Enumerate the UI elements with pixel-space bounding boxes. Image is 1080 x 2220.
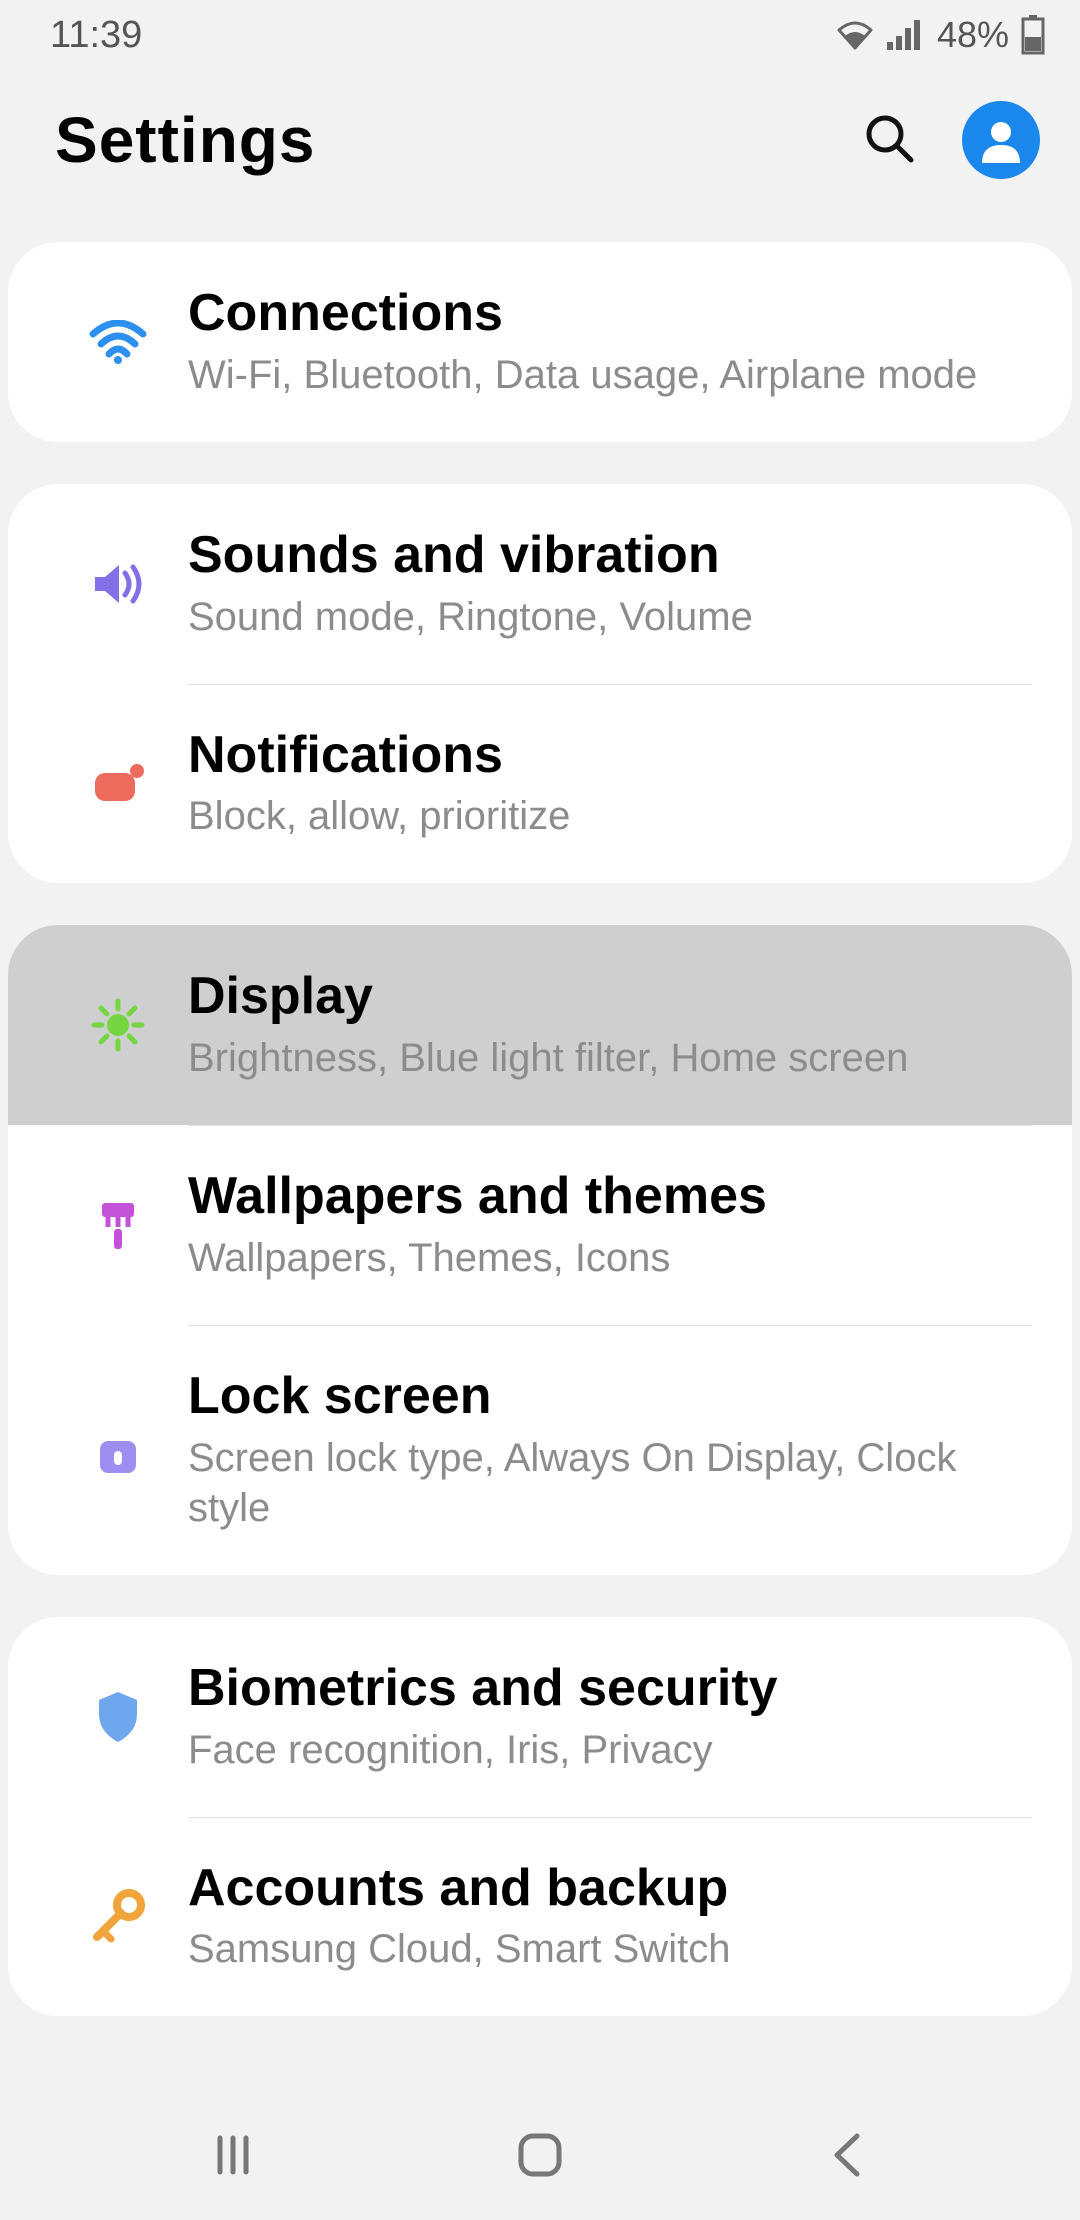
item-title: Connections bbox=[188, 284, 1032, 344]
item-subtitle: Screen lock type, Always On Display, Clo… bbox=[188, 1433, 1032, 1533]
recents-icon bbox=[208, 2130, 258, 2180]
back-button[interactable] bbox=[807, 2115, 887, 2195]
settings-item-wallpapers[interactable]: Wallpapers and themes Wallpapers, Themes… bbox=[8, 1125, 1072, 1325]
wifi-status-icon bbox=[835, 18, 875, 52]
signal-status-icon bbox=[887, 18, 925, 52]
item-subtitle: Sound mode, Ringtone, Volume bbox=[188, 592, 1032, 642]
search-button[interactable] bbox=[861, 110, 917, 171]
settings-group: Connections Wi-Fi, Bluetooth, Data usage… bbox=[8, 242, 1072, 442]
settings-group: Sounds and vibration Sound mode, Rington… bbox=[8, 484, 1072, 884]
person-icon bbox=[976, 115, 1026, 165]
settings-group: Biometrics and security Face recognition… bbox=[8, 1617, 1072, 2017]
profile-button[interactable] bbox=[962, 101, 1040, 179]
back-icon bbox=[827, 2130, 867, 2180]
settings-group: Display Brightness, Blue light filter, H… bbox=[8, 925, 1072, 1574]
item-subtitle: Brightness, Blue light filter, Home scre… bbox=[188, 1033, 1032, 1083]
item-title: Wallpapers and themes bbox=[188, 1167, 1032, 1227]
settings-item-accounts[interactable]: Accounts and backup Samsung Cloud, Smart… bbox=[8, 1817, 1072, 2017]
notification-icon bbox=[48, 763, 188, 803]
settings-item-notifications[interactable]: Notifications Block, allow, prioritize bbox=[8, 684, 1072, 884]
item-subtitle: Samsung Cloud, Smart Switch bbox=[188, 1924, 1032, 1974]
battery-text: 48% bbox=[937, 14, 1009, 56]
status-bar: 11:39 48% bbox=[0, 0, 1080, 70]
shield-icon bbox=[48, 1690, 188, 1744]
page-title: Settings bbox=[55, 103, 315, 177]
settings-item-biometrics[interactable]: Biometrics and security Face recognition… bbox=[8, 1617, 1072, 1817]
item-title: Lock screen bbox=[188, 1367, 1032, 1427]
item-subtitle: Wallpapers, Themes, Icons bbox=[188, 1233, 1032, 1283]
app-header: Settings bbox=[0, 70, 1080, 210]
settings-item-sounds[interactable]: Sounds and vibration Sound mode, Rington… bbox=[8, 484, 1072, 684]
header-actions bbox=[861, 101, 1040, 179]
paint-icon bbox=[48, 1199, 188, 1251]
item-title: Sounds and vibration bbox=[188, 526, 1032, 586]
item-title: Display bbox=[188, 967, 1032, 1027]
settings-item-connections[interactable]: Connections Wi-Fi, Bluetooth, Data usage… bbox=[8, 242, 1072, 442]
home-button[interactable] bbox=[500, 2115, 580, 2195]
item-subtitle: Wi-Fi, Bluetooth, Data usage, Airplane m… bbox=[188, 350, 1032, 400]
settings-item-display[interactable]: Display Brightness, Blue light filter, H… bbox=[8, 925, 1072, 1125]
battery-icon bbox=[1021, 15, 1045, 55]
settings-item-lockscreen[interactable]: Lock screen Screen lock type, Always On … bbox=[8, 1325, 1072, 1575]
item-subtitle: Block, allow, prioritize bbox=[188, 791, 1032, 841]
wifi-icon bbox=[48, 320, 188, 364]
recents-button[interactable] bbox=[193, 2115, 273, 2195]
home-icon bbox=[513, 2128, 567, 2182]
search-icon bbox=[861, 110, 917, 166]
item-title: Notifications bbox=[188, 726, 1032, 786]
lock-icon bbox=[48, 1423, 188, 1477]
status-time: 11:39 bbox=[50, 14, 142, 57]
status-right: 48% bbox=[835, 14, 1045, 56]
key-icon bbox=[48, 1889, 188, 1943]
item-subtitle: Face recognition, Iris, Privacy bbox=[188, 1725, 1032, 1775]
brightness-icon bbox=[48, 997, 188, 1053]
item-title: Accounts and backup bbox=[188, 1859, 1032, 1919]
navigation-bar bbox=[0, 2090, 1080, 2220]
settings-list[interactable]: Connections Wi-Fi, Bluetooth, Data usage… bbox=[0, 210, 1080, 2090]
sound-icon bbox=[48, 561, 188, 607]
item-title: Biometrics and security bbox=[188, 1659, 1032, 1719]
